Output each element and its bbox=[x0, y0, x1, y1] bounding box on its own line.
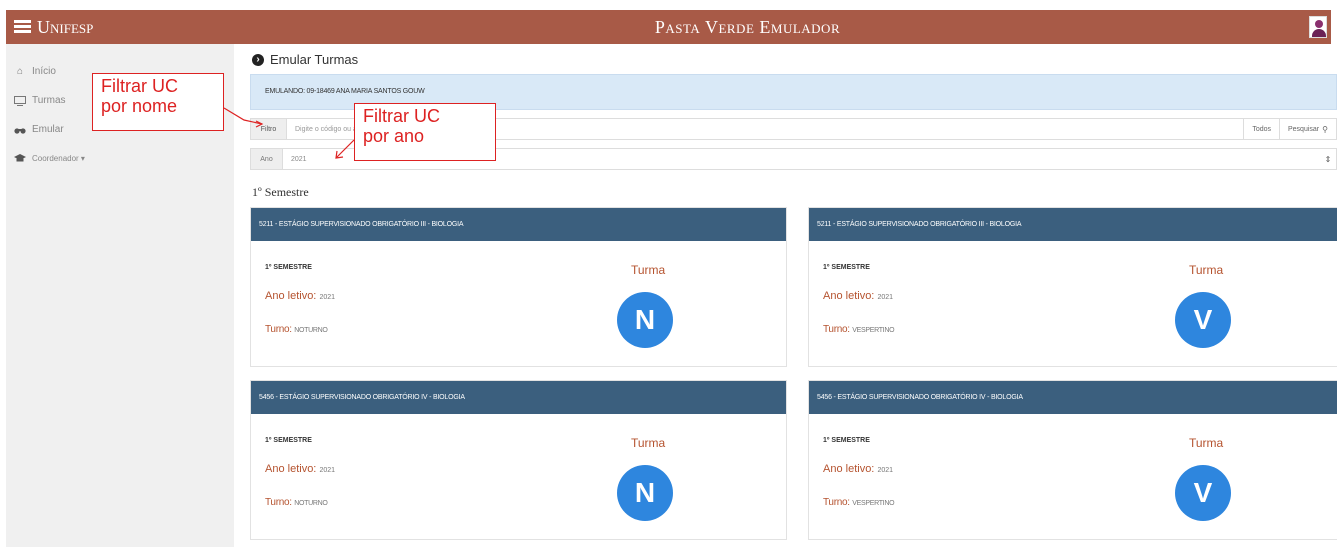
year-addon: Ano bbox=[251, 149, 283, 169]
card-semester: 1º SEMESTRE bbox=[823, 264, 870, 271]
card-year-value: 2021 bbox=[877, 294, 894, 301]
filter-addon: Filtro bbox=[251, 119, 287, 139]
brand-label: Unifesp bbox=[37, 16, 94, 37]
class-badge[interactable]: N bbox=[617, 465, 673, 521]
page-title-label: Emular Turmas bbox=[270, 52, 359, 67]
classroom-icon bbox=[14, 95, 26, 106]
card-year-value: 2021 bbox=[319, 467, 336, 474]
card-title: 5211 - ESTÁGIO SUPERVISIONADO OBRIGATÓRI… bbox=[251, 208, 786, 241]
card-year-label: Ano letivo: bbox=[265, 463, 317, 475]
class-badge[interactable]: V bbox=[1175, 465, 1231, 521]
all-button[interactable]: Todos bbox=[1243, 119, 1279, 139]
card-year: Ano letivo: 2021 bbox=[265, 463, 335, 475]
card-year-value: 2021 bbox=[877, 467, 894, 474]
card-shift: Turno: VESPERTINO bbox=[823, 324, 895, 335]
annotation-filter-by-name: Filtrar UC por nome bbox=[92, 73, 224, 131]
card-year: Ano letivo: 2021 bbox=[823, 290, 893, 302]
card-shift: Turno: NOTURNO bbox=[265, 324, 328, 335]
hamburger-icon[interactable] bbox=[14, 20, 31, 34]
card-shift-value: VESPERTINO bbox=[852, 327, 895, 334]
app-title: Pasta Verde Emulador bbox=[654, 16, 841, 37]
class-badge[interactable]: V bbox=[1175, 292, 1231, 348]
card-year-label: Ano letivo: bbox=[265, 290, 317, 302]
annotation-line: Filtrar UC bbox=[101, 76, 178, 96]
home-icon: ⌂ bbox=[16, 66, 24, 77]
sidebar-item-label: Emular bbox=[32, 124, 64, 135]
graduation-cap-icon bbox=[14, 153, 26, 163]
annotation-line: por nome bbox=[101, 96, 178, 116]
card-title: 5456 - ESTÁGIO SUPERVISIONADO OBRIGATÓRI… bbox=[809, 381, 1337, 414]
card-class-label: Turma bbox=[1189, 263, 1224, 277]
annotation-line: por ano bbox=[363, 126, 425, 146]
card-shift: Turno: VESPERTINO bbox=[823, 497, 895, 508]
circle-arrow-icon: › bbox=[252, 53, 264, 66]
select-arrows-icon: ⇕ bbox=[1324, 154, 1332, 164]
binoculars-icon bbox=[14, 125, 26, 135]
card-shift-value: NOTURNO bbox=[294, 327, 328, 334]
top-bar: Unifesp Pasta Verde Emulador bbox=[0, 0, 1337, 50]
class-card[interactable]: 5211 - ESTÁGIO SUPERVISIONADO OBRIGATÓRI… bbox=[808, 207, 1337, 367]
card-title: 5456 - ESTÁGIO SUPERVISIONADO OBRIGATÓRI… bbox=[251, 381, 786, 414]
brand[interactable]: Unifesp bbox=[6, 17, 246, 38]
class-card[interactable]: 5456 - ESTÁGIO SUPERVISIONADO OBRIGATÓRI… bbox=[808, 380, 1337, 540]
user-avatar-icon[interactable] bbox=[1309, 16, 1327, 38]
card-year: Ano letivo: 2021 bbox=[265, 290, 335, 302]
card-class-label: Turma bbox=[631, 263, 666, 277]
sidebar-item-inicio[interactable]: ⌂ Início bbox=[14, 66, 56, 77]
card-year-label: Ano letivo: bbox=[823, 463, 875, 475]
card-semester: 1º SEMESTRE bbox=[265, 264, 312, 271]
annotation-line: Filtrar UC bbox=[363, 106, 440, 126]
card-title: 5211 - ESTÁGIO SUPERVISIONADO OBRIGATÓRI… bbox=[809, 208, 1337, 241]
card-shift-label: Turno: bbox=[823, 497, 850, 508]
sidebar-item-coordenador[interactable]: Coordenador ▾ bbox=[14, 153, 85, 163]
annotation-filter-by-year: Filtrar UC por ano bbox=[354, 103, 496, 161]
card-semester: 1º SEMESTRE bbox=[823, 437, 870, 444]
class-card[interactable]: 5211 - ESTÁGIO SUPERVISIONADO OBRIGATÓRI… bbox=[250, 207, 787, 367]
card-shift: Turno: NOTURNO bbox=[265, 497, 328, 508]
card-shift-value: VESPERTINO bbox=[852, 500, 895, 507]
card-class-label: Turma bbox=[631, 436, 666, 450]
card-class-label: Turma bbox=[1189, 436, 1224, 450]
page-title: › Emular Turmas bbox=[252, 52, 358, 67]
search-button-label: Pesquisar bbox=[1288, 125, 1320, 133]
card-shift-label: Turno: bbox=[823, 324, 850, 335]
card-shift-label: Turno: bbox=[265, 324, 292, 335]
card-year-value: 2021 bbox=[319, 294, 336, 301]
search-icon: ⚲ bbox=[1322, 124, 1328, 134]
sidebar-item-label: Turmas bbox=[32, 95, 66, 106]
class-card[interactable]: 5456 - ESTÁGIO SUPERVISIONADO OBRIGATÓRI… bbox=[250, 380, 787, 540]
class-badge[interactable]: N bbox=[617, 292, 673, 348]
card-year-label: Ano letivo: bbox=[823, 290, 875, 302]
semester-heading: 1º Semestre bbox=[252, 185, 309, 199]
card-shift-value: NOTURNO bbox=[294, 500, 328, 507]
search-button[interactable]: Pesquisar ⚲ bbox=[1279, 119, 1336, 139]
sidebar-item-label: Coordenador ▾ bbox=[32, 153, 85, 163]
card-shift-label: Turno: bbox=[265, 497, 292, 508]
sidebar-item-label: Início bbox=[32, 66, 56, 77]
sidebar-item-emular[interactable]: Emular bbox=[14, 124, 64, 135]
card-year: Ano letivo: 2021 bbox=[823, 463, 893, 475]
header: Unifesp Pasta Verde Emulador bbox=[6, 10, 1331, 44]
card-semester: 1º SEMESTRE bbox=[265, 437, 312, 444]
sidebar-item-turmas[interactable]: Turmas bbox=[14, 95, 66, 106]
